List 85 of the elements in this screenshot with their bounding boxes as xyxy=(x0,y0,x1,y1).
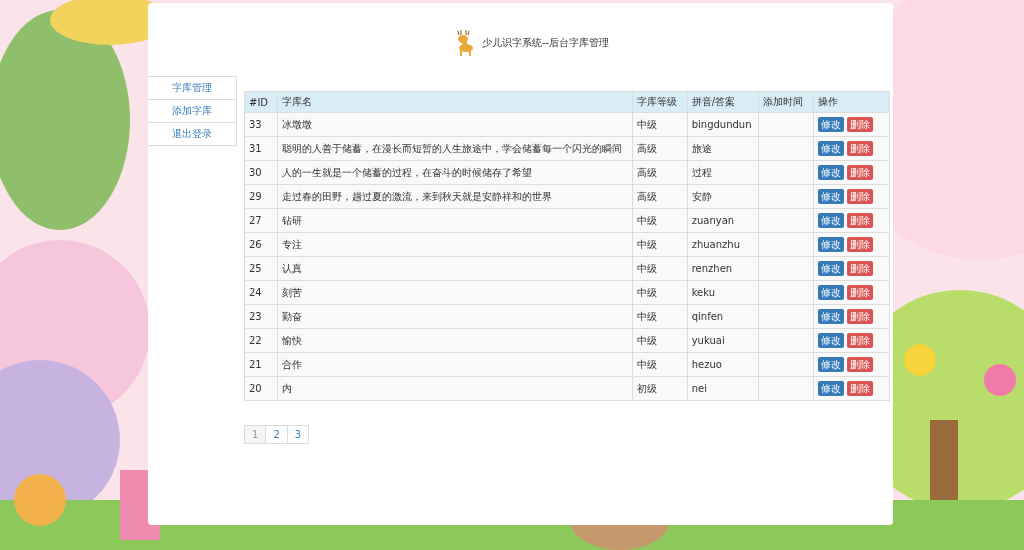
table-cell: 中级 xyxy=(632,328,688,353)
edit-button[interactable]: 修改 xyxy=(817,357,844,372)
table-cell: 认真 xyxy=(277,256,633,281)
delete-button[interactable]: 删除 xyxy=(846,237,873,252)
column-header: 字库名 xyxy=(277,91,633,113)
delete-button[interactable]: 删除 xyxy=(846,261,873,276)
table-cell: 愉快 xyxy=(277,328,633,353)
table-cell: 33 xyxy=(244,112,278,137)
table-cell: 中级 xyxy=(632,232,688,257)
column-header: 字库等级 xyxy=(632,91,688,113)
table-cell: 30 xyxy=(244,160,278,185)
table-cell: 高级 xyxy=(632,184,688,209)
table-cell: 中级 xyxy=(632,112,688,137)
table-cell: 人的一生就是一个储蓄的过程，在奋斗的时候储存了希望 xyxy=(277,160,633,185)
delete-button[interactable]: 删除 xyxy=(846,285,873,300)
edit-button[interactable]: 修改 xyxy=(817,213,844,228)
edit-button[interactable]: 修改 xyxy=(817,141,844,156)
table-cell: 中级 xyxy=(632,352,688,377)
delete-button[interactable]: 删除 xyxy=(846,141,873,156)
table-cell: 专注 xyxy=(277,232,633,257)
table-cell: 中级 xyxy=(632,304,688,329)
edit-button[interactable]: 修改 xyxy=(817,381,844,396)
table-cell: 24 xyxy=(244,280,278,305)
table-cell: 21 xyxy=(244,352,278,377)
delete-button[interactable]: 删除 xyxy=(846,357,873,372)
table-cell: 安静 xyxy=(687,184,759,209)
table-cell: 内 xyxy=(277,376,633,401)
delete-button[interactable]: 删除 xyxy=(846,117,873,132)
edit-button[interactable]: 修改 xyxy=(817,333,844,348)
delete-button[interactable]: 删除 xyxy=(846,381,873,396)
table-cell: 刻苦 xyxy=(277,280,633,305)
edit-button[interactable]: 修改 xyxy=(817,165,844,180)
table-cell: 聪明的人善于储蓄，在漫长而短暂的人生旅途中，学会储蓄每一个闪光的瞬间 xyxy=(277,136,633,161)
table-cell: 29 xyxy=(244,184,278,209)
page-title: 少儿识字系统--后台字库管理 xyxy=(481,35,610,50)
table-cell: 27 xyxy=(244,208,278,233)
column-header: #ID xyxy=(244,91,278,113)
page-link[interactable]: 1 xyxy=(244,425,267,444)
table-cell: 勤奋 xyxy=(277,304,633,329)
edit-button[interactable]: 修改 xyxy=(817,285,844,300)
table-cell: qinfen xyxy=(687,304,759,329)
delete-button[interactable]: 删除 xyxy=(846,213,873,228)
table-cell: 初级 xyxy=(632,376,688,401)
table-cell: bingdundun xyxy=(687,112,759,137)
table-cell: 旅途 xyxy=(687,136,759,161)
delete-button[interactable]: 删除 xyxy=(846,165,873,180)
delete-button[interactable]: 删除 xyxy=(846,309,873,324)
page-link[interactable]: 3 xyxy=(286,425,310,444)
table-cell: 高级 xyxy=(632,160,688,185)
table-cell: 钻研 xyxy=(277,208,633,233)
sidebar-item[interactable]: 添加字库 xyxy=(148,100,236,123)
table-cell: 20 xyxy=(244,376,278,401)
table-cell: keku xyxy=(687,280,759,305)
table-cell: 走过春的田野，趟过夏的激流，来到秋天就是安静祥和的世界 xyxy=(277,184,633,209)
edit-button[interactable]: 修改 xyxy=(817,261,844,276)
table-cell: hezuo xyxy=(687,352,759,377)
table-cell: 26 xyxy=(244,232,278,257)
edit-button[interactable]: 修改 xyxy=(817,117,844,132)
table-cell: 22 xyxy=(244,328,278,353)
delete-button[interactable]: 删除 xyxy=(846,189,873,204)
table-cell: nei xyxy=(687,376,759,401)
edit-button[interactable]: 修改 xyxy=(817,237,844,252)
sidebar-item[interactable]: 字库管理 xyxy=(148,77,236,100)
delete-button[interactable]: 删除 xyxy=(846,333,873,348)
table-cell: zuanyan xyxy=(687,208,759,233)
edit-button[interactable]: 修改 xyxy=(817,189,844,204)
table-cell: zhuanzhu xyxy=(687,232,759,257)
column-header: 操作 xyxy=(813,91,890,113)
table-cell: renzhen xyxy=(687,256,759,281)
table-cell: 25 xyxy=(244,256,278,281)
edit-button[interactable]: 修改 xyxy=(817,309,844,324)
table-cell: 过程 xyxy=(687,160,759,185)
table-cell: 中级 xyxy=(632,256,688,281)
table-cell: 31 xyxy=(244,136,278,161)
sidebar-item[interactable]: 退出登录 xyxy=(148,123,236,145)
table-cell: 23 xyxy=(244,304,278,329)
table-cell: yukuai xyxy=(687,328,759,353)
page-link[interactable]: 2 xyxy=(265,425,288,444)
table-cell: 合作 xyxy=(277,352,633,377)
column-header: 拼音/答案 xyxy=(687,91,759,113)
table-cell: 高级 xyxy=(632,136,688,161)
table-cell: 中级 xyxy=(632,208,688,233)
table-cell: 冰墩墩 xyxy=(277,112,633,137)
table-cell: 中级 xyxy=(632,280,688,305)
column-header: 添加时间 xyxy=(758,91,814,113)
